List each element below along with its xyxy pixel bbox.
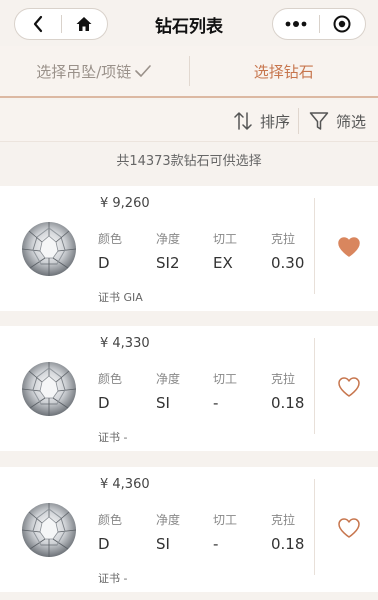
color-spec: 颜色 D <box>98 230 158 272</box>
sort-label: 排序 <box>260 112 291 131</box>
certificate: 证书 - <box>98 570 127 586</box>
cut-label: 切工 <box>213 372 238 386</box>
more-button[interactable] <box>273 9 319 39</box>
filter-button[interactable]: 筛选 <box>308 100 366 142</box>
clarity-label: 净度 <box>156 232 181 246</box>
carat-label: 克拉 <box>271 513 296 527</box>
diamond-price: ¥ 4,360 <box>100 477 150 492</box>
clarity-spec: 净度 SI <box>156 511 216 553</box>
cut-value: - <box>213 394 219 412</box>
cut-value: EX <box>213 254 233 272</box>
diamond-price: ¥ 4,330 <box>100 336 150 351</box>
color-value: D <box>98 254 110 272</box>
color-spec: 颜色 D <box>98 370 158 412</box>
sort-button[interactable]: 排序 <box>232 100 290 142</box>
target-icon <box>333 15 351 33</box>
heart-icon <box>338 237 360 257</box>
step-diamond[interactable]: 选择钻石 <box>190 61 378 82</box>
clarity-spec: 净度 SI <box>156 370 216 412</box>
color-spec: 颜色 D <box>98 511 158 553</box>
carat-label: 克拉 <box>271 372 296 386</box>
cut-spec: 切工 - <box>213 370 273 412</box>
heart-icon <box>338 518 360 538</box>
mini-program-capsule <box>272 8 366 40</box>
clarity-spec: 净度 SI2 <box>156 230 216 272</box>
color-value: D <box>98 394 110 412</box>
carat-label: 克拉 <box>271 232 296 246</box>
color-label: 颜色 <box>98 513 123 527</box>
filter-funnel-icon <box>309 112 329 130</box>
app-header: 钻石列表 <box>0 0 378 46</box>
diamond-image-icon <box>21 222 77 276</box>
diamond-card[interactable]: ¥ 4,330 颜色 D 净度 SI 切工 - 克拉 0.18 证书 - <box>0 326 378 451</box>
cut-label: 切工 <box>213 513 238 527</box>
step-diamond-label: 选择钻石 <box>253 62 314 81</box>
clarity-value: SI2 <box>156 254 180 272</box>
step-tabs: 选择吊坠/项链 选择钻石 <box>0 46 378 98</box>
sort-filter-bar: 排序 筛选 <box>0 100 378 142</box>
color-value: D <box>98 535 110 553</box>
carat-spec: 克拉 0.18 <box>271 370 331 412</box>
result-count: 共14373款钻石可供选择 <box>116 154 262 169</box>
step-pendant-label: 选择吊坠/项链 <box>36 62 132 81</box>
carat-value: 0.30 <box>271 254 305 272</box>
cert-label: 证书 <box>98 431 120 444</box>
cut-value: - <box>213 535 219 553</box>
certificate: 证书 - <box>98 429 127 445</box>
favorite-button[interactable] <box>335 234 363 260</box>
cut-label: 切工 <box>213 232 238 246</box>
close-mini-program-button[interactable] <box>320 9 366 39</box>
filter-label: 筛选 <box>336 112 367 131</box>
cert-label: 证书 <box>98 291 120 304</box>
diamond-image-icon <box>21 503 77 557</box>
step-pendant[interactable]: 选择吊坠/项链 <box>0 61 189 82</box>
carat-spec: 克拉 0.30 <box>271 230 331 272</box>
color-label: 颜色 <box>98 372 123 386</box>
cert-value: - <box>123 431 128 444</box>
cert-value: GIA <box>123 291 143 304</box>
clarity-label: 净度 <box>156 372 181 386</box>
certificate: 证书 GIA <box>98 289 143 305</box>
favorite-button[interactable] <box>335 515 363 541</box>
cut-spec: 切工 EX <box>213 230 273 272</box>
diamond-card[interactable]: ¥ 9,260 颜色 D 净度 SI2 切工 EX 克拉 0.30 证书 GIA <box>0 186 378 311</box>
clarity-label: 净度 <box>156 513 181 527</box>
carat-spec: 克拉 0.18 <box>271 511 331 553</box>
check-icon <box>135 65 152 77</box>
carat-value: 0.18 <box>271 394 305 412</box>
sort-arrows-icon <box>234 112 252 130</box>
favorite-button[interactable] <box>335 374 363 400</box>
more-dots-icon <box>285 21 307 27</box>
diamond-image-icon <box>21 362 77 416</box>
heart-icon <box>338 377 360 397</box>
diamond-card[interactable]: ¥ 4,360 颜色 D 净度 SI 切工 - 克拉 0.18 证书 - <box>0 467 378 592</box>
cut-spec: 切工 - <box>213 511 273 553</box>
color-label: 颜色 <box>98 232 123 246</box>
clarity-value: SI <box>156 535 170 553</box>
cert-value: - <box>123 572 128 585</box>
diamond-price: ¥ 9,260 <box>100 196 150 211</box>
carat-value: 0.18 <box>271 535 305 553</box>
clarity-value: SI <box>156 394 170 412</box>
cert-label: 证书 <box>98 572 120 585</box>
